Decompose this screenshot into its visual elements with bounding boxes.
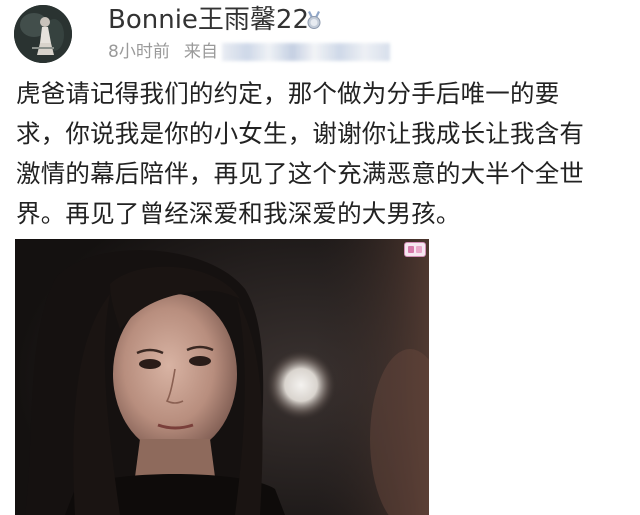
post-meta: 8小时前 来自 <box>108 40 390 64</box>
weibo-post: Bonnie王雨馨22 8小时前 来自 虎爸请记得我们的约定，那个做为分手后唯一的… <box>0 0 640 515</box>
post-text-line: 激情的幕后陪伴，再见了这个充满恶意的大半个全世 <box>16 159 585 188</box>
post-image[interactable] <box>15 239 429 515</box>
post-time: 8小时前 <box>108 42 170 62</box>
silver-medal-icon[interactable] <box>304 10 324 30</box>
source-label: 来自 <box>183 42 218 62</box>
avatar[interactable] <box>14 5 72 63</box>
post-image-photo <box>15 239 429 515</box>
avatar-photo <box>14 5 72 63</box>
post-text-line: 求，你说我是你的小女生，谢谢你让我成长让我含有 <box>16 119 585 148</box>
source-redacted <box>221 43 390 61</box>
post-text-line: 虎爸请记得我们的约定，那个做为分手后唯一的要 <box>16 79 560 108</box>
post-text: 虎爸请记得我们的约定，那个做为分手后唯一的要 求，你说我是你的小女生，谢谢你让我… <box>16 74 628 234</box>
post-text-line: 界。再见了曾经深爱和我深爱的大男孩。 <box>16 199 461 228</box>
username[interactable]: Bonnie王雨馨22 <box>108 3 309 37</box>
gif-badge-icon <box>404 242 426 257</box>
